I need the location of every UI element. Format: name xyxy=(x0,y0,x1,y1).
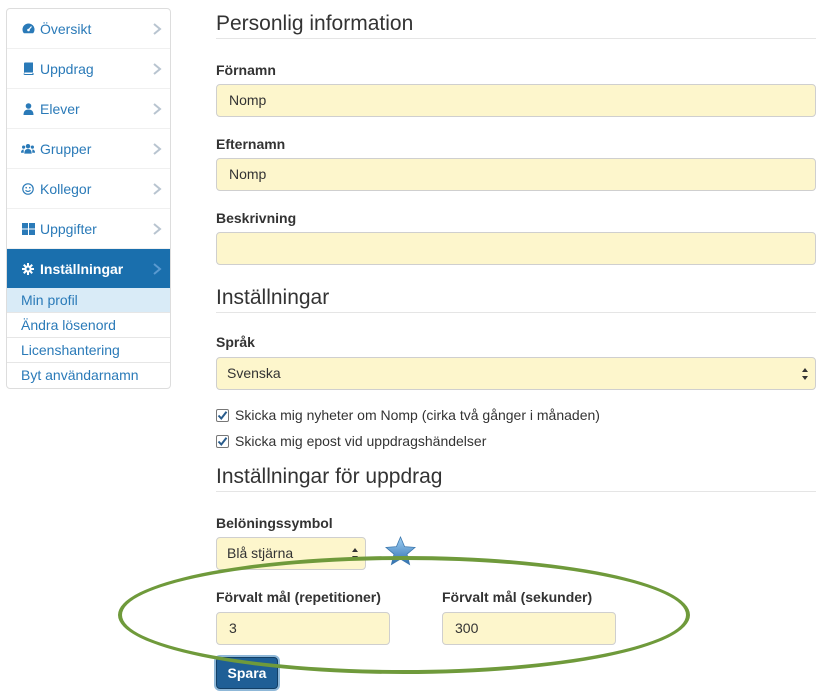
smile-icon xyxy=(21,182,35,196)
email-events-checkbox-row[interactable]: Skicka mig epost vid uppdragshändelser xyxy=(216,433,486,449)
language-select[interactable]: Svenska xyxy=(216,357,816,390)
section-title-settings: Inställningar xyxy=(216,286,816,313)
sidebar-item-uppdrag[interactable]: Uppdrag xyxy=(7,49,170,89)
blue-star-icon xyxy=(385,536,416,566)
section-title-personal: Personlig information xyxy=(216,12,816,39)
sidebar-nav: Översikt Uppdrag Elever Grupper Kollegor xyxy=(6,8,171,389)
chevron-right-icon xyxy=(153,143,162,155)
chevron-right-icon xyxy=(153,63,162,75)
user-icon xyxy=(21,102,35,116)
sidebar-item-label: Grupper xyxy=(40,140,92,157)
newsletter-checkbox-label: Skicka mig nyheter om Nomp (cirka två gå… xyxy=(235,407,600,423)
chevron-right-icon xyxy=(153,183,162,195)
select-arrows-icon xyxy=(352,548,358,560)
description-label: Beskrivning xyxy=(216,210,297,226)
email-events-checkbox-label: Skicka mig epost vid uppdragshändelser xyxy=(235,433,487,449)
reward-symbol-select[interactable]: Blå stjärna xyxy=(216,537,366,570)
sidebar-item-oversikt[interactable]: Översikt xyxy=(7,9,170,49)
default-seconds-label: Förvalt mål (sekunder) xyxy=(442,589,593,605)
default-seconds-input[interactable]: 300 xyxy=(442,612,616,645)
firstname-label: Förnamn xyxy=(216,62,276,78)
checkmark-icon xyxy=(217,436,228,446)
newsletter-checkbox-row[interactable]: Skicka mig nyheter om Nomp (cirka två gå… xyxy=(216,407,600,423)
section-title-assignment: Inställningar för uppdrag xyxy=(216,465,816,492)
settings-submenu: Min profil Ändra lösenord Licenshanterin… xyxy=(7,288,170,388)
reward-symbol-select-value: Blå stjärna xyxy=(227,545,294,561)
submenu-item-licenshantering[interactable]: Licenshantering xyxy=(7,338,170,363)
description-input[interactable] xyxy=(216,232,816,265)
language-select-value: Svenska xyxy=(227,365,281,381)
chevron-right-icon xyxy=(153,23,162,35)
grid-icon xyxy=(21,222,35,236)
default-reps-input[interactable]: 3 xyxy=(216,612,390,645)
chevron-right-icon xyxy=(153,103,162,115)
gear-icon xyxy=(21,262,35,276)
submenu-item-min-profil[interactable]: Min profil xyxy=(7,288,170,313)
email-events-checkbox[interactable] xyxy=(216,434,229,448)
chevron-right-icon xyxy=(153,263,162,275)
default-reps-label: Förvalt mål (repetitioner) xyxy=(216,589,381,605)
save-button[interactable]: Spara xyxy=(216,657,278,689)
sidebar-item-kollegor[interactable]: Kollegor xyxy=(7,169,170,209)
sidebar-item-label: Inställningar xyxy=(40,260,124,277)
lastname-input[interactable]: Nomp xyxy=(216,158,816,191)
submenu-item-andra-losenord[interactable]: Ändra lösenord xyxy=(7,313,170,338)
sidebar-item-label: Uppgifter xyxy=(40,220,97,237)
sidebar-item-label: Elever xyxy=(40,100,80,117)
sidebar-item-label: Kollegor xyxy=(40,180,92,197)
sidebar-item-label: Uppdrag xyxy=(40,60,94,77)
submenu-item-byt-anvandarnamn[interactable]: Byt användarnamn xyxy=(7,363,170,388)
book-icon xyxy=(21,62,35,76)
users-icon xyxy=(21,142,35,156)
firstname-input[interactable]: Nomp xyxy=(216,84,816,117)
sidebar-item-uppgifter[interactable]: Uppgifter xyxy=(7,209,170,249)
select-arrows-icon xyxy=(802,368,808,380)
language-label: Språk xyxy=(216,334,255,350)
newsletter-checkbox[interactable] xyxy=(216,408,229,422)
sidebar-item-installningar[interactable]: Inställningar xyxy=(7,249,170,288)
chevron-right-icon xyxy=(153,223,162,235)
sidebar-item-grupper[interactable]: Grupper xyxy=(7,129,170,169)
reward-symbol-label: Belöningssymbol xyxy=(216,515,333,531)
checkmark-icon xyxy=(217,410,228,420)
dashboard-icon xyxy=(21,22,35,36)
sidebar-item-elever[interactable]: Elever xyxy=(7,89,170,129)
lastname-label: Efternamn xyxy=(216,136,286,152)
sidebar-item-label: Översikt xyxy=(40,20,92,37)
